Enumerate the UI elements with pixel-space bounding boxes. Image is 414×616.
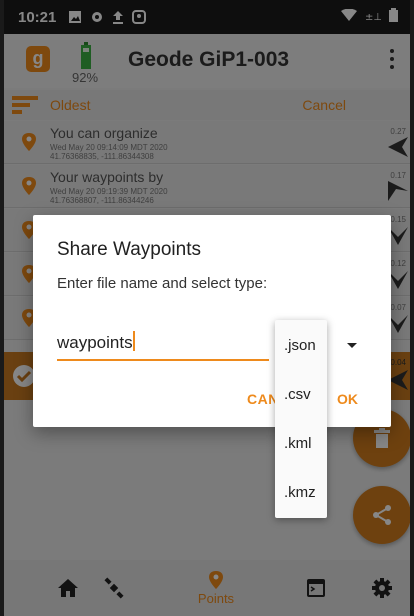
filename-value: waypoints [57, 333, 133, 352]
file-type-menu: .json .csv .kml .kmz [275, 320, 327, 518]
file-type-dropdown-arrow-icon[interactable] [347, 343, 357, 348]
file-type-option[interactable]: .kmz [275, 473, 327, 513]
text-caret [132, 331, 135, 351]
file-type-option[interactable]: .kml [275, 424, 327, 464]
filename-input[interactable]: waypoints [57, 331, 269, 361]
file-type-option[interactable]: .json [275, 326, 327, 366]
dialog-message: Enter file name and select type: [57, 275, 268, 292]
dialog-title: Share Waypoints [57, 239, 201, 260]
dialog-ok-button[interactable]: OK [337, 391, 358, 407]
share-waypoints-dialog: Share Waypoints Enter file name and sele… [33, 215, 391, 427]
file-type-option[interactable]: .csv [275, 375, 327, 415]
